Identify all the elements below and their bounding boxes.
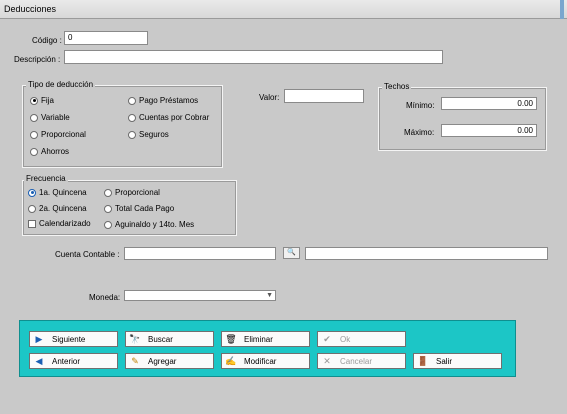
buscar-button[interactable]: 🔭 Buscar bbox=[125, 331, 214, 347]
radio-pago-prestamos[interactable]: Pago Préstamos bbox=[128, 96, 198, 105]
frecuencia-legend: Frecuencia bbox=[24, 174, 68, 183]
title-bar: Deducciones bbox=[0, 0, 567, 19]
close-icon: ✕ bbox=[323, 355, 331, 366]
maximo-input[interactable]: 0.00 bbox=[441, 124, 537, 137]
minimo-label: Mínimo: bbox=[406, 101, 435, 110]
radio-seguros-label: Seguros bbox=[139, 130, 169, 139]
play-right-icon: ▶ bbox=[35, 333, 43, 344]
ok-button[interactable]: ✔ Ok bbox=[317, 331, 406, 347]
radio-variable-label: Variable bbox=[41, 113, 70, 122]
radio-proporcional[interactable]: Proporcional bbox=[30, 130, 86, 139]
techos-legend: Techos bbox=[382, 82, 412, 91]
codigo-input[interactable]: 0 bbox=[64, 31, 148, 45]
radio-fija-label: Fija bbox=[41, 96, 54, 105]
radio-aguinaldo-label: Aguinaldo y 14to. Mes bbox=[115, 220, 195, 229]
binoculars-icon: 🔭 bbox=[129, 333, 141, 344]
radio-seguros-button[interactable] bbox=[128, 130, 136, 139]
radio-1a-quincena[interactable]: 1a. Quincena bbox=[28, 188, 87, 197]
chevron-down-icon[interactable]: ▼ bbox=[266, 291, 273, 300]
radio-ahorros[interactable]: Ahorros bbox=[30, 147, 69, 156]
radio-cuentas-por-cobrar-button[interactable] bbox=[128, 113, 136, 122]
checkmark-icon: ✔ bbox=[323, 333, 331, 344]
radio-variable[interactable]: Variable bbox=[30, 113, 70, 122]
radio-2a-quincena-button[interactable] bbox=[28, 204, 36, 213]
minimo-input[interactable]: 0.00 bbox=[441, 97, 537, 110]
cuenta-contable-description bbox=[305, 247, 548, 260]
radio-1a-quincena-label: 1a. Quincena bbox=[39, 188, 87, 197]
trash-icon: 🗑 bbox=[225, 333, 237, 344]
radio-fija[interactable]: Fija bbox=[30, 96, 54, 105]
play-left-icon: ◀ bbox=[35, 355, 43, 366]
codigo-label: Código : bbox=[32, 36, 62, 45]
calendarizado-box[interactable] bbox=[28, 219, 36, 228]
calendarizado-checkbox[interactable]: Calendarizado bbox=[28, 219, 91, 228]
maximo-label: Máximo: bbox=[404, 128, 435, 137]
radio-proporcional-label: Proporcional bbox=[41, 130, 86, 139]
cuenta-contable-label: Cuenta Contable : bbox=[55, 250, 120, 259]
radio-aguinaldo[interactable]: Aguinaldo y 14to. Mes bbox=[104, 220, 194, 229]
radio-freq-proporcional-button[interactable] bbox=[104, 188, 112, 197]
cuenta-lookup-button[interactable]: 🔍 bbox=[283, 247, 300, 259]
anterior-button[interactable]: ◀ Anterior bbox=[29, 353, 118, 369]
radio-pago-prestamos-button[interactable] bbox=[128, 96, 136, 105]
radio-cuentas-por-cobrar[interactable]: Cuentas por Cobrar bbox=[128, 113, 209, 122]
radio-pago-prestamos-label: Pago Préstamos bbox=[139, 96, 199, 105]
valor-label: Valor: bbox=[259, 93, 280, 102]
radio-total-cada-pago[interactable]: Total Cada Pago bbox=[104, 204, 174, 213]
modificar-button[interactable]: ✍ Modificar bbox=[221, 353, 310, 369]
radio-freq-proporcional-label: Proporcional bbox=[115, 188, 160, 197]
cancelar-button[interactable]: ✕ Cancelar bbox=[317, 353, 406, 369]
cuenta-contable-input[interactable] bbox=[124, 247, 276, 260]
radio-total-cada-pago-label: Total Cada Pago bbox=[115, 204, 175, 213]
radio-ahorros-label: Ahorros bbox=[41, 147, 70, 156]
salir-button[interactable]: 🚪 Salir bbox=[413, 353, 502, 369]
window-edge bbox=[560, 0, 564, 19]
moneda-select[interactable]: ▼ bbox=[124, 290, 276, 301]
window-title: Deducciones bbox=[4, 4, 57, 14]
calendarizado-label: Calendarizado bbox=[39, 219, 91, 228]
radio-variable-button[interactable] bbox=[30, 113, 38, 122]
descripcion-label: Descripción : bbox=[14, 55, 61, 64]
lookup-icon: 🔍 bbox=[287, 249, 296, 256]
moneda-label: Moneda: bbox=[89, 293, 121, 302]
radio-ahorros-button[interactable] bbox=[30, 147, 38, 156]
radio-2a-quincena[interactable]: 2a. Quincena bbox=[28, 204, 87, 213]
radio-1a-quincena-button[interactable] bbox=[28, 188, 36, 197]
hand-edit-icon: ✍ bbox=[225, 355, 237, 366]
eliminar-button[interactable]: 🗑 Eliminar bbox=[221, 331, 310, 347]
descripcion-input[interactable] bbox=[64, 50, 443, 64]
pencil-icon: ✎ bbox=[131, 355, 139, 366]
radio-fija-button[interactable] bbox=[30, 96, 38, 105]
tipo-deduccion-legend: Tipo de deducción bbox=[26, 80, 96, 89]
radio-seguros[interactable]: Seguros bbox=[128, 130, 169, 139]
radio-2a-quincena-label: 2a. Quincena bbox=[39, 204, 87, 213]
radio-cuentas-por-cobrar-label: Cuentas por Cobrar bbox=[139, 113, 210, 122]
radio-total-cada-pago-button[interactable] bbox=[104, 204, 112, 213]
exit-door-icon: 🚪 bbox=[417, 355, 429, 366]
valor-input[interactable] bbox=[284, 89, 364, 103]
radio-aguinaldo-button[interactable] bbox=[104, 220, 112, 229]
siguiente-button[interactable]: ▶ Siguiente bbox=[29, 331, 118, 347]
agregar-button[interactable]: ✎ Agregar bbox=[125, 353, 214, 369]
radio-proporcional-button[interactable] bbox=[30, 130, 38, 139]
radio-freq-proporcional[interactable]: Proporcional bbox=[104, 188, 160, 197]
